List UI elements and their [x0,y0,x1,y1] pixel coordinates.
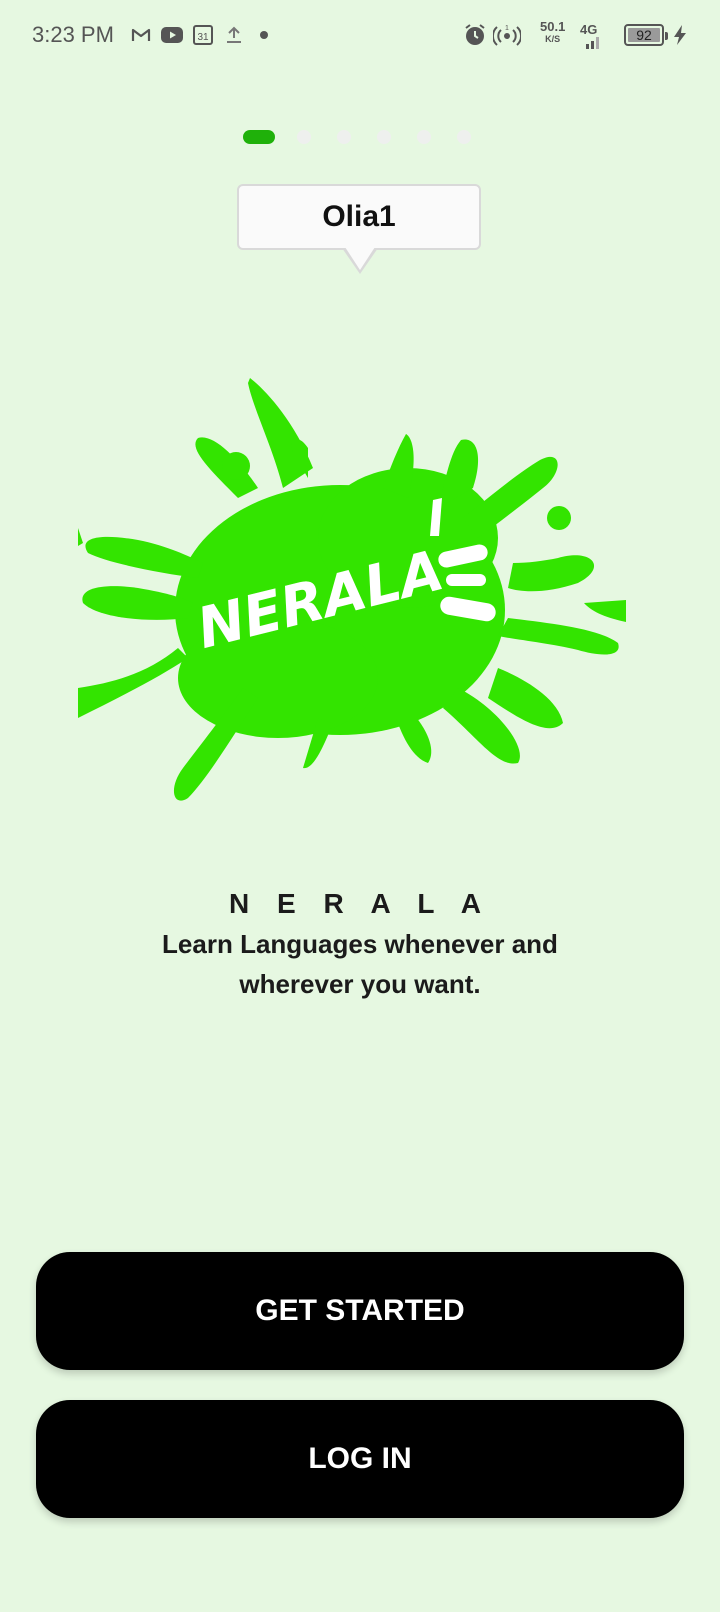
alarm-icon [462,20,488,50]
calendar-icon: 31 [192,20,214,50]
svg-text:1: 1 [505,25,509,32]
pager-dot[interactable] [377,130,391,144]
svg-text:31: 31 [197,32,209,43]
hotspot-icon: 1 [492,20,522,50]
login-button[interactable]: LOG IN [36,1400,684,1518]
status-time: 3:23 PM [32,22,114,47]
brand-title: N E R A L A [229,888,491,919]
pager-dot[interactable] [297,130,311,144]
upload-icon [224,20,244,50]
dot-icon [258,20,270,50]
nerala-splash-logo: NERALA [78,378,626,801]
net-speed: 50.1 K/S [540,19,566,44]
gmail-icon [130,20,152,50]
get-started-button[interactable]: GET STARTED [36,1252,684,1370]
signal-icon [580,34,602,50]
pager-dot[interactable] [337,130,351,144]
battery-indicator: 92 [624,24,668,46]
pager-dot-active[interactable] [243,130,275,144]
pager-dot[interactable] [417,130,431,144]
charging-icon [672,20,688,50]
onboarding-pager [243,130,497,144]
youtube-icon [160,20,184,50]
status-bar: 3:23 PM 31 1 50.1 K/S 4G 92 [0,0,720,72]
speech-bubble: Olia1 [237,184,481,250]
tagline: Learn Languages whenever and wherever yo… [162,929,558,999]
speech-bubble-text: Olia1 [322,200,396,233]
pager-dot[interactable] [457,130,471,144]
